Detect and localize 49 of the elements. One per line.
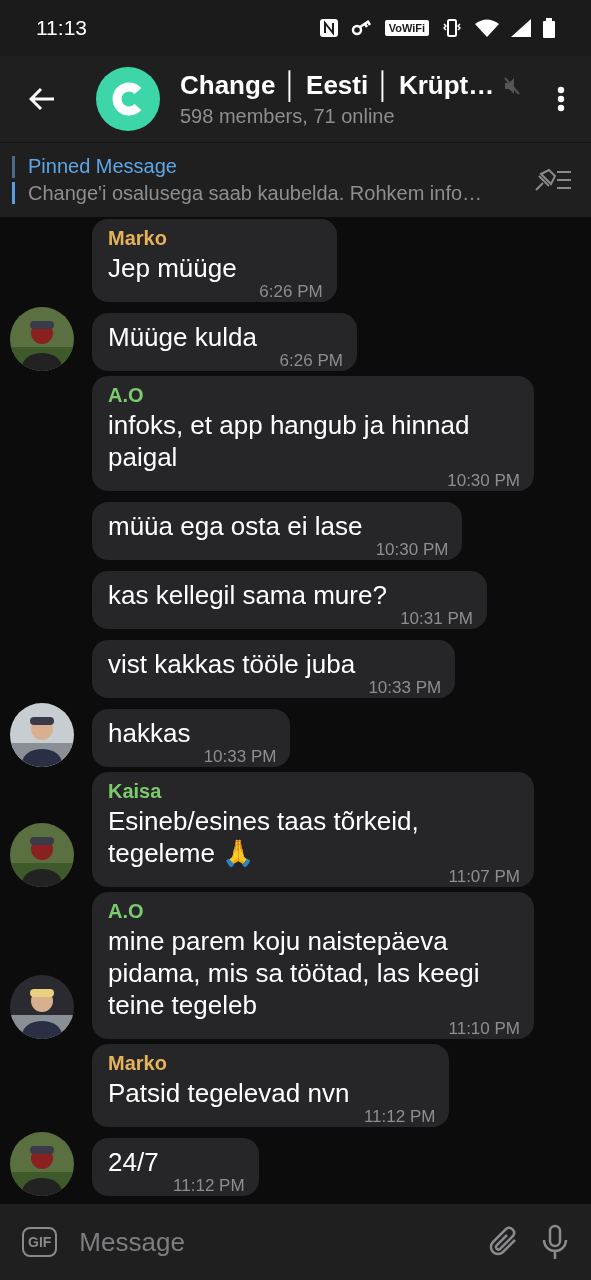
message-text: infoks, et app hangub ja hinnad paigal	[108, 410, 470, 472]
message-text: Patsid tegelevad nvn	[108, 1078, 350, 1108]
sender-name: A.O	[108, 900, 145, 923]
microphone-icon	[541, 1224, 569, 1260]
pinned-message[interactable]: Change'i osalusega saab kaubelda. Rohkem info…	[28, 182, 533, 205]
message-time: 11:12 PM	[173, 1177, 245, 1195]
message-text: vist kakkas tööle juba	[108, 649, 356, 679]
message-text: hakkas	[108, 718, 191, 748]
sender-name: Marko	[108, 1052, 168, 1075]
pin-list-icon	[533, 168, 573, 192]
back-arrow-icon	[29, 87, 55, 111]
vibrate-icon	[441, 18, 463, 38]
more-dots-icon	[557, 86, 565, 112]
sender-name: A.O	[108, 384, 145, 407]
message-time: 10:31 PM	[400, 610, 473, 628]
signal-icon	[511, 19, 531, 37]
message-text: kas kellegil sama mure?	[108, 580, 387, 610]
voice-button[interactable]	[541, 1224, 569, 1260]
message-text: Esineb/esines taas tõrkeid, tegeleme 🙏	[108, 806, 419, 868]
chat-title: Change │ Eesti │ Krüpt…	[180, 70, 495, 101]
message-text: 24/7	[108, 1147, 159, 1177]
message-composer[interactable]: GIF Message	[0, 1204, 591, 1280]
message-time: 11:10 PM	[448, 1020, 520, 1038]
group-logo-icon	[96, 67, 160, 131]
message-time: 11:12 PM	[363, 1108, 436, 1126]
message-time: 10:30 PM	[447, 472, 520, 490]
member-count: 598 members, 71 online	[180, 105, 396, 128]
sender-name: Kaisa	[108, 780, 163, 803]
battery-icon	[543, 18, 555, 38]
message-time: 10:33 PM	[368, 679, 442, 697]
pinned-label: Pinned Message	[28, 155, 178, 178]
message-text: Müüge kulda	[108, 322, 257, 352]
message-time: 10:30 PM	[375, 541, 449, 559]
clock: 11:13	[36, 16, 88, 40]
pin-list-button[interactable]	[533, 168, 573, 192]
sender-name: Marko	[108, 227, 168, 250]
message-text: mine parem koju naistepäeva pidama, mis sa töötad, las keegi teine tegeleb	[108, 926, 480, 1020]
message-text: müüa ega osta ei lase	[108, 511, 363, 541]
message-time: 6:26 PM	[259, 283, 323, 301]
message-field[interactable]: Message	[77, 1225, 467, 1259]
message-time: 6:26 PM	[279, 352, 343, 370]
message-text: Jep müüge	[108, 253, 237, 283]
message-time: 11:07 PM	[448, 868, 520, 886]
wifi-calling-badge: VoWiFi	[384, 20, 429, 36]
gif-button[interactable]: GIF	[22, 1227, 58, 1257]
key-icon	[350, 20, 373, 36]
nfc-icon	[318, 18, 339, 38]
wifi-icon	[475, 19, 499, 37]
message-time: 10:33 PM	[203, 748, 277, 766]
